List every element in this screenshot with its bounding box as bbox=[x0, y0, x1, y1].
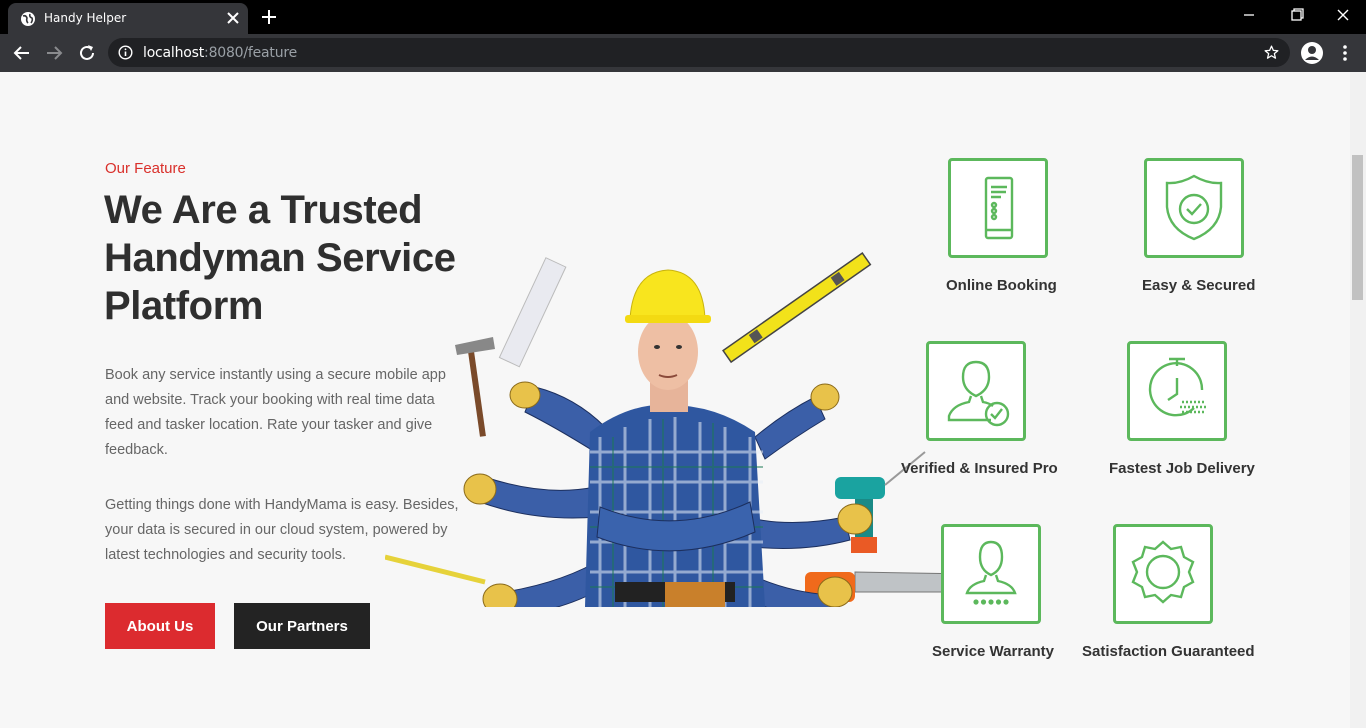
about-us-button[interactable]: About Us bbox=[105, 603, 215, 649]
feature-easy-secured: Easy & Secured bbox=[1030, 158, 1255, 318]
stopwatch-icon bbox=[1148, 357, 1206, 417]
shield-check-icon bbox=[1165, 174, 1223, 241]
section-eyebrow: Our Feature bbox=[105, 160, 186, 177]
url-host: localhost bbox=[143, 45, 205, 61]
feature-label: Fastest Job Delivery bbox=[1109, 460, 1255, 477]
feature-icon-box bbox=[1127, 341, 1227, 441]
user-check-icon bbox=[947, 360, 1010, 427]
feature-verified-insured: Verified & Insured Pro bbox=[830, 341, 1058, 501]
browser-tab-strip: Handy Helper bbox=[0, 0, 1366, 34]
info-icon[interactable] bbox=[118, 45, 133, 60]
feature-service-warranty: Service Warranty bbox=[830, 524, 1054, 684]
close-window-icon[interactable] bbox=[1332, 6, 1354, 24]
reload-icon[interactable] bbox=[76, 42, 98, 64]
badge-seal-icon bbox=[1131, 540, 1195, 604]
minimize-icon[interactable] bbox=[1238, 6, 1260, 24]
browser-toolbar: localhost:8080/feature bbox=[0, 34, 1366, 72]
mobile-phone-icon bbox=[984, 176, 1014, 240]
scrollbar-thumb[interactable] bbox=[1352, 155, 1363, 300]
tab-title: Handy Helper bbox=[44, 11, 127, 25]
address-bar[interactable]: localhost:8080/feature bbox=[108, 38, 1290, 67]
forward-arrow-icon[interactable] bbox=[43, 42, 65, 64]
user-stars-icon bbox=[965, 540, 1017, 605]
new-tab-icon[interactable] bbox=[260, 8, 278, 26]
feature-satisfaction-guaranteed: Satisfaction Guaranteed bbox=[1030, 524, 1255, 684]
feature-label: Satisfaction Guaranteed bbox=[1082, 643, 1255, 660]
restore-icon[interactable] bbox=[1286, 6, 1308, 24]
back-arrow-icon[interactable] bbox=[11, 42, 33, 64]
feature-section: Our Feature We Are a Trusted Handyman Se… bbox=[0, 72, 1350, 728]
close-tab-icon[interactable] bbox=[224, 9, 242, 27]
feature-icon-box bbox=[1113, 524, 1213, 624]
browser-tab[interactable]: Handy Helper bbox=[8, 3, 248, 34]
feature-fastest-delivery: Fastest Job Delivery bbox=[1030, 341, 1255, 501]
feature-icon-box bbox=[926, 341, 1026, 441]
feature-online-booking: Online Booking bbox=[830, 158, 1057, 318]
menu-dots-icon[interactable] bbox=[1334, 42, 1356, 64]
url-path: :8080/feature bbox=[204, 45, 298, 61]
profile-avatar-icon[interactable] bbox=[1300, 41, 1324, 65]
feature-label: Easy & Secured bbox=[1142, 277, 1256, 294]
our-partners-button[interactable]: Our Partners bbox=[234, 603, 370, 649]
globe-icon bbox=[21, 12, 35, 26]
feature-icon-box bbox=[941, 524, 1041, 624]
feature-icon-box bbox=[1144, 158, 1244, 258]
bookmark-star-icon[interactable] bbox=[1263, 44, 1280, 61]
url-text: localhost:8080/feature bbox=[143, 45, 297, 61]
